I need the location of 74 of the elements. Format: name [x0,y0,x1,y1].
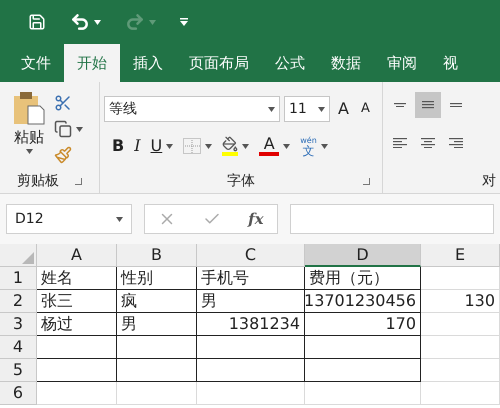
dialog-launcher-icon[interactable] [363,178,370,185]
table-cell: 姓名 [37,267,117,290]
align-icon [392,138,408,148]
table-cell: 张三 [37,290,117,313]
align-icon [420,138,436,148]
align-icon [448,102,464,108]
align-icon [448,138,464,148]
column-header[interactable]: A [37,244,117,267]
table-cell: 费用（元） [305,267,421,290]
bold-button[interactable]: B [112,134,124,158]
align-icon [420,101,436,109]
caret-icon[interactable] [320,144,328,148]
caret-icon[interactable] [205,144,212,148]
row-header[interactable]: 4 [0,336,37,359]
dialog-launcher-icon[interactable] [75,178,82,184]
caret-icon[interactable] [166,144,174,148]
grow-font-button[interactable]: A [334,97,353,121]
group-label: 对 [482,172,496,190]
row-header[interactable]: 6 [0,382,37,405]
caret-icon[interactable] [242,144,250,148]
row-header[interactable]: 1 [0,267,37,290]
caret-icon[interactable] [94,20,101,24]
ribbon-tab[interactable]: 数据 [318,44,374,82]
caret-icon[interactable] [268,106,275,112]
undo-icon[interactable] [70,12,90,32]
table-cell: 手机号 [197,267,305,290]
insert-function-button[interactable]: fx [248,208,264,230]
customize-icon[interactable] [180,18,188,26]
font-color-button[interactable]: A [259,136,280,156]
font-size-field[interactable]: 11 [284,96,330,122]
table-cell: 13701230456 [305,290,421,313]
clipboard-icon [12,90,46,126]
ribbon-tab[interactable]: 公式 [262,44,318,82]
phonetic-button[interactable]: wén 文 [300,136,317,156]
ribbon-tab[interactable]: 文件 [8,44,64,82]
table-cell: 170 [305,313,421,336]
caret-icon[interactable] [318,106,325,112]
row-header[interactable]: 5 [0,359,37,382]
caret-icon[interactable] [116,216,123,222]
caret-icon[interactable] [26,148,32,154]
align-button[interactable] [415,92,441,118]
copy-icon[interactable] [54,120,72,138]
ribbon-tab[interactable]: 审阅 [374,44,430,82]
ribbon-tab[interactable]: 页面布局 [176,44,262,82]
name-box[interactable]: D12 [6,204,132,234]
group-label: 剪贴板 [17,172,59,190]
underline-button[interactable]: U [150,134,162,158]
caret-icon[interactable] [283,144,290,148]
fill-color-icon[interactable] [222,136,238,156]
table-cell: 男 [197,290,305,313]
table-cell: 疯 [117,290,197,313]
caret-icon[interactable] [76,126,83,132]
column-header[interactable]: E [421,244,500,267]
ribbon-tab[interactable]: 视 [430,44,471,82]
ribbon-tab[interactable]: 开始 [64,44,120,82]
row-header[interactable]: 3 [0,313,37,336]
save-icon[interactable] [28,13,46,31]
paste-button[interactable]: 粘贴 [12,90,46,169]
formula-field[interactable] [290,204,494,234]
ribbon-tab[interactable]: 插入 [120,44,176,82]
shrink-font-button[interactable]: A [356,99,374,119]
table-cell: 男 [117,313,197,336]
column-header[interactable]: C [197,244,305,267]
italic-button[interactable]: I [134,134,141,158]
font-name-field[interactable]: 等线 [104,96,280,122]
table-cell: 杨过 [37,313,117,336]
row-header[interactable]: 2 [0,290,37,313]
table-cell: 1381234 [197,313,305,336]
group-label: 字体 [227,172,255,190]
align-icon [392,102,408,108]
column-header[interactable]: D [305,244,421,267]
table-cell: 性别 [117,267,197,290]
column-header[interactable]: B [117,244,197,267]
table-cell: 130 [421,290,500,313]
